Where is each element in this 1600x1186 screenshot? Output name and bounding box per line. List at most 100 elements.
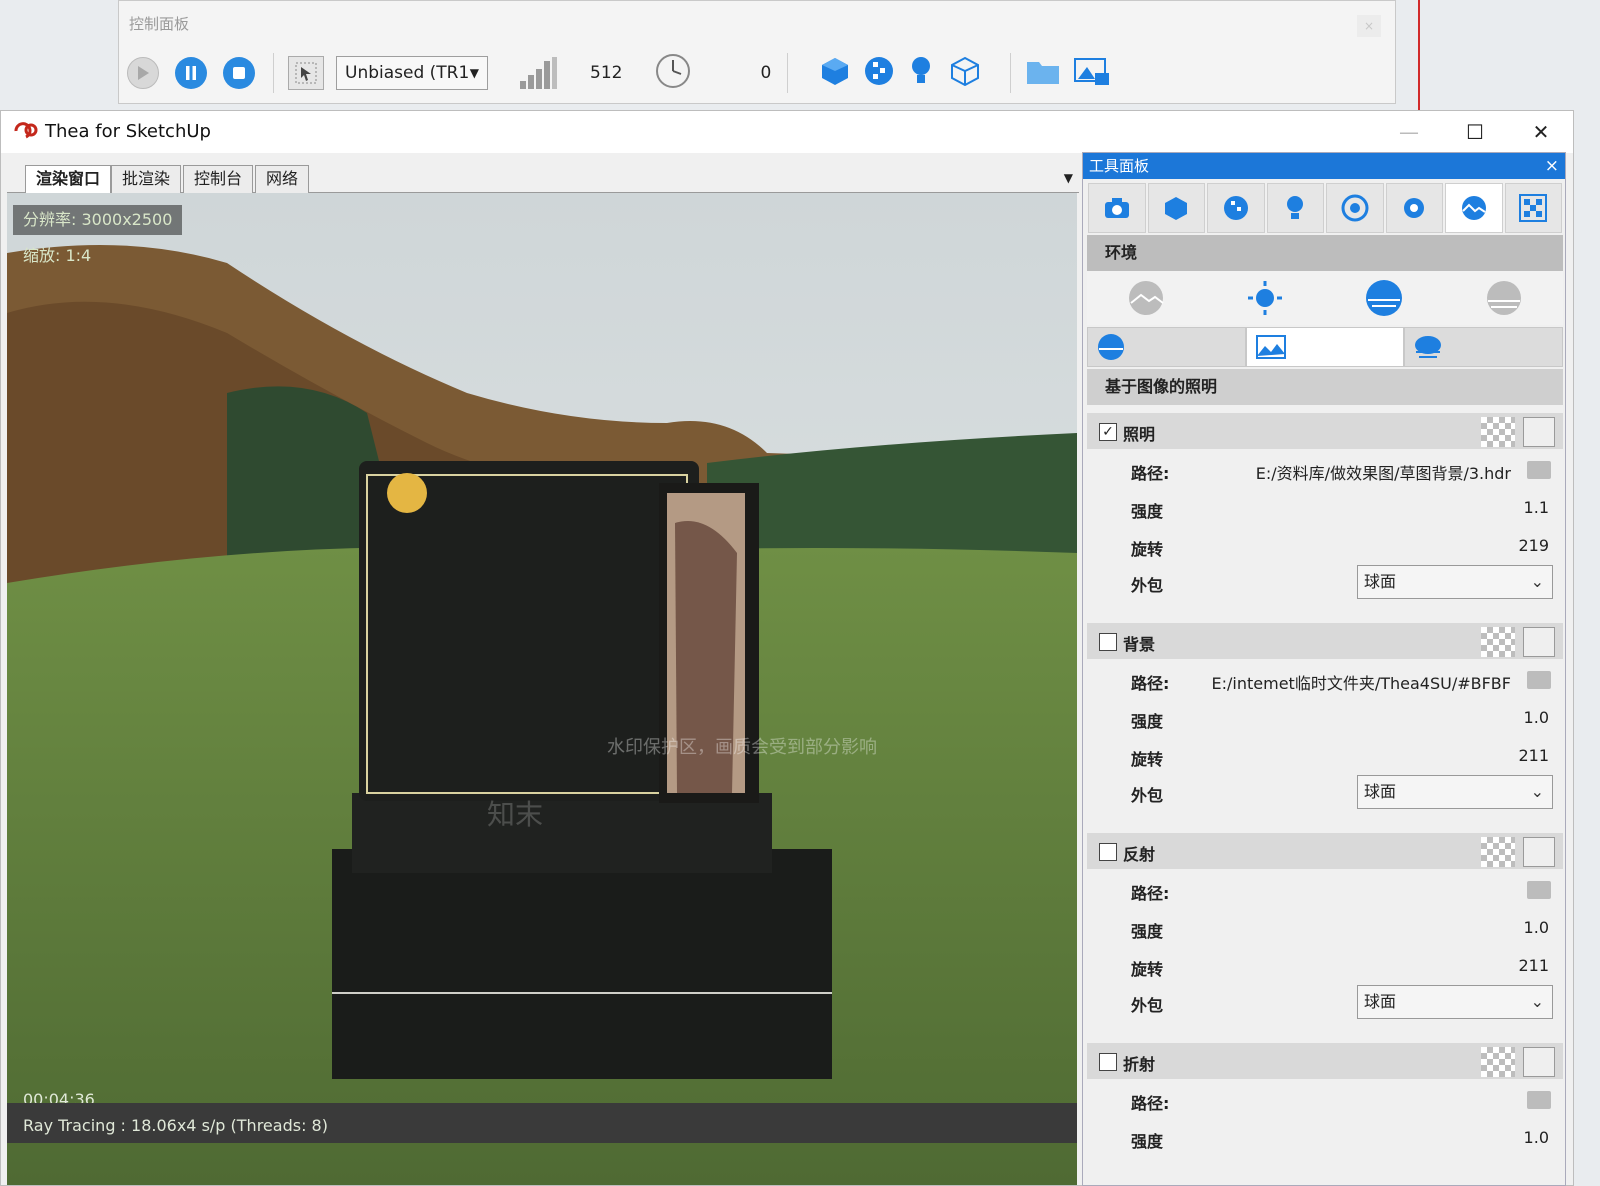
- control-panel-close-button[interactable]: ×: [1357, 15, 1381, 37]
- tabs-dropdown-icon[interactable]: ▼: [1064, 171, 1073, 185]
- tool-panel-title: 工具面板: [1089, 157, 1150, 175]
- display-tab[interactable]: [1504, 183, 1562, 233]
- checker-texture-icon[interactable]: [1481, 417, 1515, 447]
- image-icon[interactable]: [1523, 417, 1555, 447]
- toolbar-separator: [273, 53, 274, 93]
- path-label: 路径:: [1131, 674, 1170, 693]
- subtab-globe[interactable]: [1087, 327, 1246, 367]
- refraction-checkbox[interactable]: [1099, 1053, 1117, 1071]
- image-icon[interactable]: [1523, 837, 1555, 867]
- rotation-row: 旋转 219: [1087, 527, 1563, 565]
- group-label: 折射: [1123, 1055, 1156, 1074]
- passes-icon: [518, 55, 558, 91]
- ibl-icon[interactable]: [1364, 278, 1404, 318]
- cube-icon[interactable]: [820, 56, 850, 90]
- group-refraction: 折射: [1087, 1043, 1563, 1079]
- window-title: Thea for SketchUp: [45, 121, 211, 142]
- control-panel-title: 控制面板: [129, 15, 190, 33]
- save-image-icon[interactable]: [1073, 55, 1111, 91]
- image-icon[interactable]: [1523, 1047, 1555, 1077]
- stop-button[interactable]: [223, 57, 255, 89]
- settings-tab[interactable]: [1385, 183, 1443, 233]
- path-label: 路径:: [1131, 884, 1170, 903]
- checker-texture-icon[interactable]: [1481, 1047, 1515, 1077]
- minimize-button[interactable]: —: [1393, 117, 1425, 147]
- checker-texture-icon[interactable]: [1481, 627, 1515, 657]
- tool-panel: 工具面板 × 环境 基于图像的照明 ✓ 照明 路径: E:/资料库/做效果图/草图…: [1082, 152, 1566, 1186]
- checker-grid-icon: [1519, 194, 1548, 222]
- maximize-button[interactable]: ☐: [1459, 117, 1491, 147]
- intensity-value[interactable]: 1.0: [1524, 918, 1549, 937]
- folder-icon[interactable]: [1527, 671, 1551, 689]
- folder-icon[interactable]: [1025, 56, 1061, 90]
- tab-network[interactable]: 网络: [255, 165, 310, 193]
- path-row: 路径: E:/intemet临时文件夹/Thea4SU/#BFBF: [1087, 661, 1563, 699]
- wrap-select[interactable]: 球面 ⌄: [1357, 775, 1553, 809]
- group-background: 背景: [1087, 623, 1563, 659]
- globe-grid-icon[interactable]: [1485, 279, 1523, 317]
- tool-panel-close-button[interactable]: ×: [1545, 153, 1559, 179]
- wire-cube-icon[interactable]: [950, 56, 980, 90]
- subtab-fog[interactable]: [1404, 327, 1564, 367]
- render-mode-select[interactable]: Unbiased (TR1 ▼: [336, 56, 488, 90]
- intensity-value[interactable]: 1.0: [1524, 1128, 1549, 1147]
- material-sphere-icon[interactable]: [864, 56, 894, 90]
- image-icon[interactable]: [1523, 627, 1555, 657]
- path-value[interactable]: E:/资料库/做效果图/草图背景/3.hdr: [1256, 460, 1511, 484]
- rotation-value[interactable]: 211: [1518, 746, 1549, 765]
- folder-icon[interactable]: [1527, 461, 1551, 479]
- play-button[interactable]: [127, 57, 159, 89]
- wrap-select-value: 球面: [1364, 782, 1397, 801]
- wrap-select[interactable]: 球面 ⌄: [1357, 565, 1553, 599]
- folder-icon[interactable]: [1527, 881, 1551, 899]
- group-label: 照明: [1123, 425, 1156, 444]
- subtab-background[interactable]: [1245, 327, 1405, 367]
- region-select-button[interactable]: [288, 56, 324, 90]
- landscape-icon[interactable]: [1127, 279, 1165, 317]
- pause-button[interactable]: [175, 57, 207, 89]
- cursor-region-icon: [295, 62, 317, 84]
- intensity-label: 强度: [1131, 502, 1164, 521]
- intensity-row: 强度 1.1: [1087, 489, 1563, 527]
- wrap-select[interactable]: 球面 ⌄: [1357, 985, 1553, 1019]
- background-image-icon: [1255, 335, 1286, 359]
- stop-icon: [233, 67, 245, 79]
- rotation-value[interactable]: 211: [1518, 956, 1549, 975]
- geometry-tab[interactable]: [1147, 183, 1205, 233]
- render-viewport[interactable]: 分辨率: 3000x2500 缩放: 1:4 水印保护区，画质会受到部分影响 知…: [7, 193, 1077, 1185]
- wrap-row: 外包 球面 ⌄: [1087, 563, 1563, 601]
- checker-texture-icon[interactable]: [1481, 837, 1515, 867]
- environment-tab[interactable]: [1445, 183, 1503, 233]
- light-tab[interactable]: [1266, 183, 1324, 233]
- path-value[interactable]: E:/intemet临时文件夹/Thea4SU/#BFBF: [1212, 670, 1511, 694]
- cube-icon: [1165, 197, 1188, 220]
- light-bulb-icon[interactable]: [908, 55, 934, 91]
- camera-lens-tab[interactable]: [1326, 183, 1384, 233]
- rotation-value[interactable]: 219: [1518, 536, 1549, 555]
- path-row: 路径: E:/资料库/做效果图/草图背景/3.hdr: [1087, 451, 1563, 489]
- light-bulb-icon: [1287, 196, 1304, 219]
- intensity-value[interactable]: 1.1: [1524, 498, 1549, 517]
- tab-console[interactable]: 控制台: [183, 165, 254, 193]
- folder-icon[interactable]: [1527, 1091, 1551, 1109]
- clock-icon: [654, 52, 692, 94]
- reflection-checkbox[interactable]: [1099, 843, 1117, 861]
- tool-panel-icon-bar: [1087, 183, 1563, 233]
- path-row: 路径:: [1087, 871, 1563, 909]
- sun-icon[interactable]: [1246, 279, 1284, 317]
- illumination-checkbox[interactable]: ✓: [1099, 423, 1117, 441]
- close-button[interactable]: ✕: [1525, 117, 1557, 147]
- intensity-value[interactable]: 1.0: [1524, 708, 1549, 727]
- tab-batch-render[interactable]: 批渲染: [111, 165, 182, 193]
- intensity-label: 强度: [1131, 712, 1164, 731]
- wrap-row: 外包 球面 ⌄: [1087, 983, 1563, 1021]
- path-row: 路径:: [1087, 1081, 1563, 1119]
- tab-render-window[interactable]: 渲染窗口: [25, 165, 112, 193]
- watermark-text: 水印保护区，画质会受到部分影响: [607, 737, 877, 758]
- camera-tab[interactable]: [1088, 183, 1146, 233]
- wrap-label: 外包: [1131, 576, 1164, 595]
- material-tab[interactable]: [1207, 183, 1265, 233]
- toolbar-separator: [787, 53, 789, 93]
- render-image: [7, 193, 1077, 1185]
- background-checkbox[interactable]: [1099, 633, 1117, 651]
